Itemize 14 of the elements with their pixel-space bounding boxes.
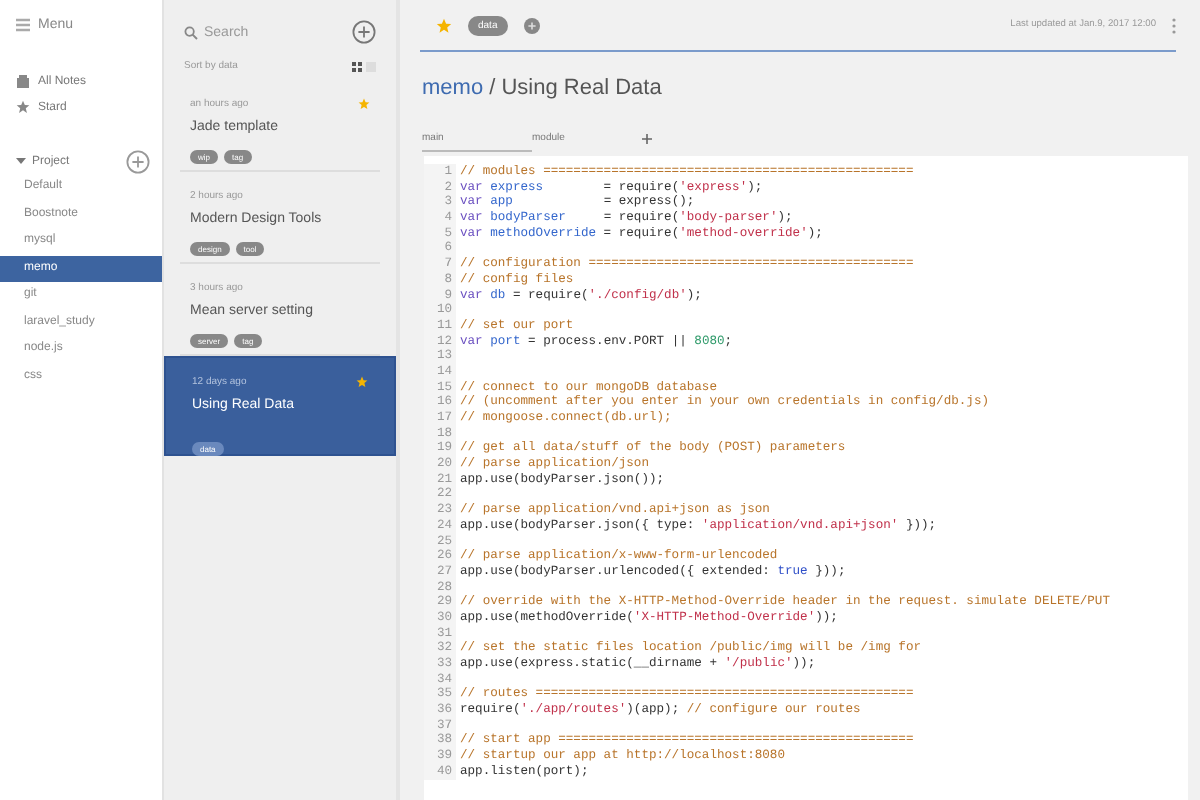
add-note-icon[interactable]	[352, 20, 376, 44]
note-breadcrumb: memo / Using Real Data	[420, 74, 664, 104]
star-icon[interactable]	[356, 375, 368, 387]
caret-icon	[16, 156, 26, 166]
notes-icon	[16, 74, 30, 88]
star-icon[interactable]	[358, 97, 370, 109]
add-tab-icon[interactable]	[642, 134, 652, 144]
grid-view-icon[interactable]	[352, 61, 362, 71]
star-icon[interactable]	[436, 17, 452, 33]
add-folder-icon[interactable]	[126, 149, 150, 173]
add-tag-icon[interactable]	[523, 17, 540, 33]
star-icon	[16, 100, 30, 114]
menu-icon[interactable]	[16, 17, 30, 31]
search-icon	[184, 25, 198, 39]
